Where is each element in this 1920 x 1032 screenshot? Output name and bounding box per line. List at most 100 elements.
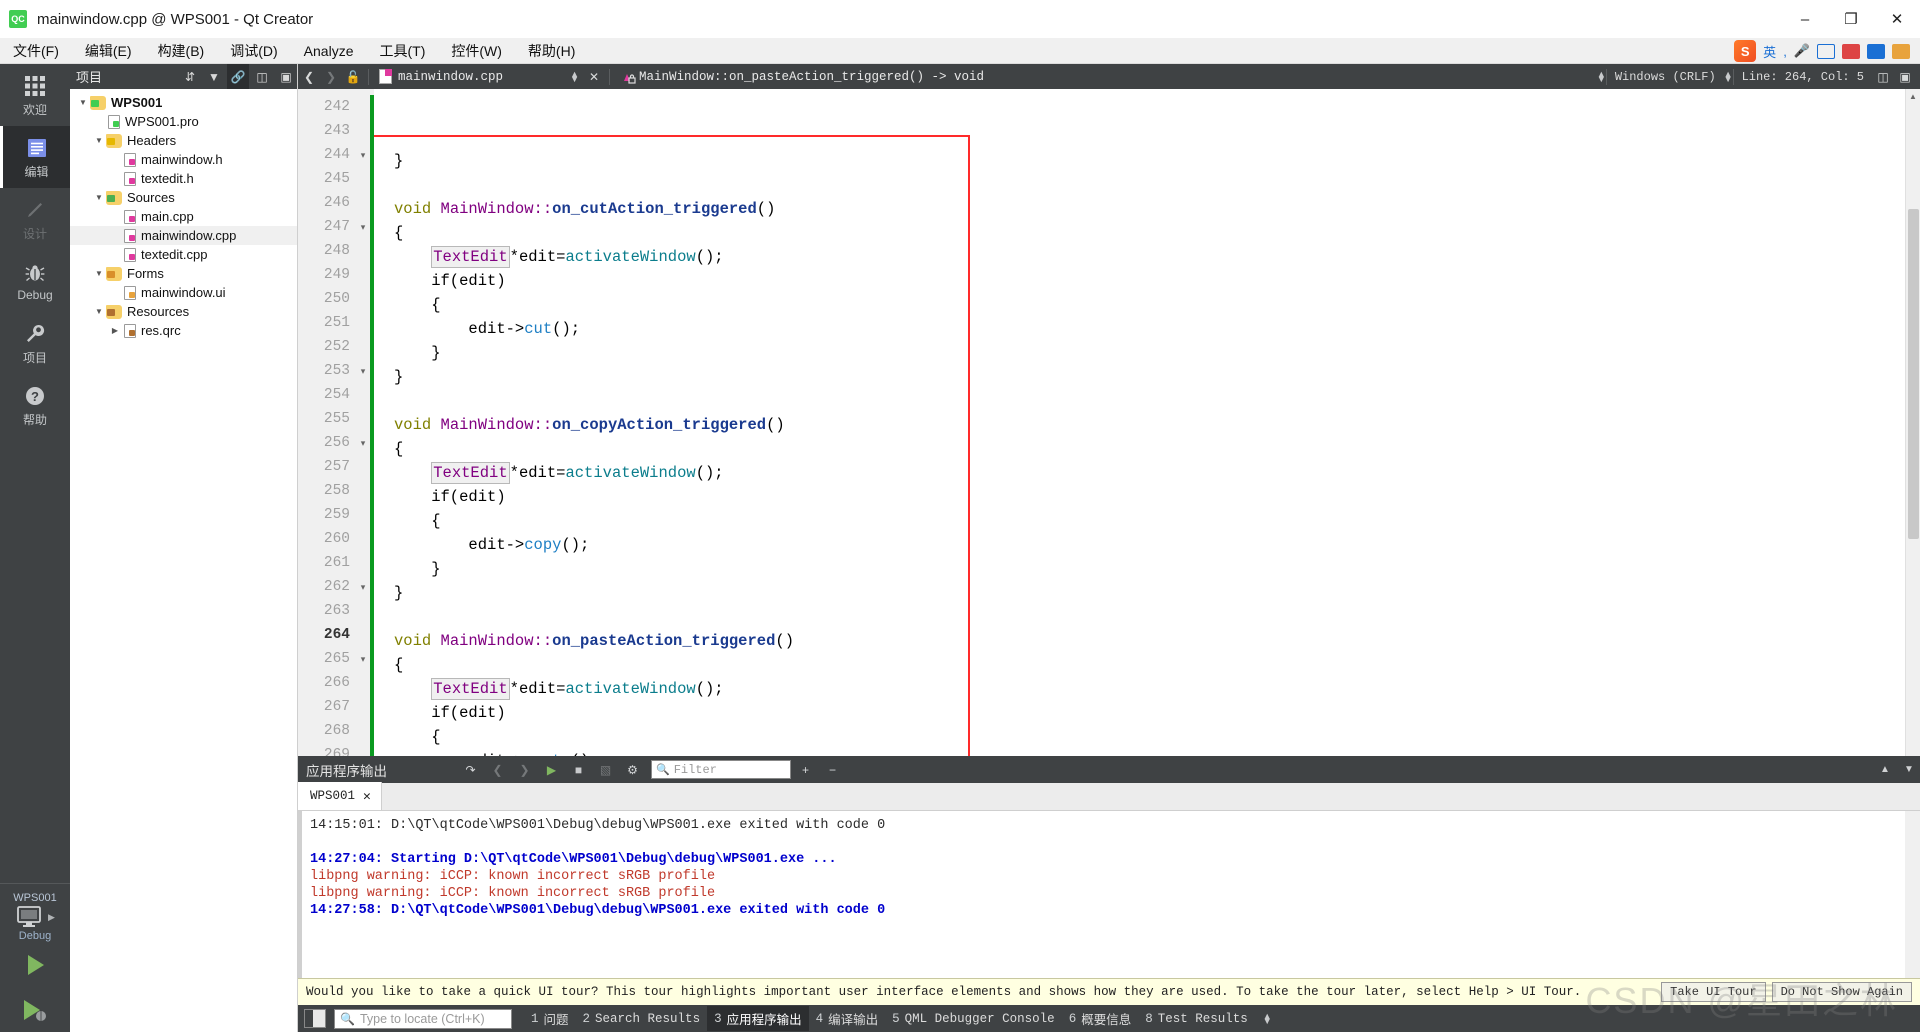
maximize-button[interactable]: ❐ [1828,0,1874,38]
maximize-output-icon[interactable]: ▲ [1874,756,1896,783]
tree-item-res-qrc[interactable]: ▶ res.qrc [70,321,297,340]
run-output-icon[interactable]: ▶ [539,756,564,783]
nav-back-icon[interactable]: ❮ [298,64,320,89]
output-scrollbar[interactable] [1905,811,1920,978]
tree-item-main-cpp[interactable]: main.cpp [70,207,297,226]
tree-item-mainwindow-h[interactable]: mainwindow.h [70,150,297,169]
output-pane-button-qml-debugger-console[interactable]: 5 QML Debugger Console [885,1009,1062,1029]
fold-marker-icon[interactable]: ▾ [356,215,370,239]
output-settings-gear-icon[interactable]: ⚙ [620,756,645,783]
hide-output-icon[interactable]: ▼ [1898,756,1920,783]
output-pane-button--[interactable]: 6 概要信息 [1062,1006,1139,1031]
split-icon[interactable]: ◫ [251,64,273,89]
tree-twisty-icon[interactable]: ▼ [92,193,106,202]
output-pane-button--[interactable]: 1 问题 [524,1006,576,1031]
project-tree[interactable]: ▼ WPS001 WPS001.pro ▼ Headers mainwindow.h tex… [70,89,297,1032]
output-pane-button-search-results[interactable]: 2 Search Results [576,1009,708,1029]
sync-with-editor-icon[interactable]: 🔗 [227,64,249,89]
sort-icon[interactable]: ⇵ [179,64,201,89]
sogou-ime-logo-icon[interactable]: S [1734,40,1757,62]
mode-edit[interactable]: 编辑 [0,126,70,188]
ime-menu-icon[interactable] [1892,43,1910,59]
fold-column[interactable]: ▾ ▾ ▾ ▾ ▾ ▾ [356,89,370,756]
fold-marker-icon[interactable]: ▾ [356,647,370,671]
ime-toolbox-icon[interactable] [1867,43,1885,59]
scrollbar-thumb[interactable] [1908,209,1919,539]
line-ending-arrows-icon[interactable]: ▲ ▼ [1597,69,1606,83]
prev-item-icon[interactable]: ❮ [485,756,510,783]
toggle-sidebar-button[interactable] [304,1009,326,1028]
tree-item-textedit-h[interactable]: textedit.h [70,169,297,188]
output-tab-wps001[interactable]: WPS001 ✕ [298,782,382,810]
nav-forward-icon[interactable]: ❯ [320,64,342,89]
output-filter-input[interactable]: 🔍 Filter [651,760,791,779]
tree-item-wps001[interactable]: ▼ WPS001 [70,93,297,112]
zoom-out-output-icon[interactable]: − [820,756,845,783]
run-button[interactable] [0,943,70,987]
do-not-show-again-button[interactable]: Do Not Show Again [1771,982,1912,1002]
fold-marker-icon[interactable]: ▾ [356,431,370,455]
output-pane-button-test-results[interactable]: 8 Test Results [1138,1009,1255,1029]
clear-output-icon[interactable]: ▧ [593,756,618,783]
ime-keyboard-icon[interactable] [1817,43,1835,59]
ime-microphone-icon[interactable]: 🎤 [1794,43,1810,59]
ime-language-toggle[interactable]: 英 [1763,42,1776,61]
tree-twisty-icon[interactable]: ▼ [92,136,106,145]
stop-output-icon[interactable]: ■ [566,756,591,783]
unlock-icon[interactable]: 🔓 [342,64,364,89]
tree-item-forms[interactable]: ▼ Forms [70,264,297,283]
ime-punctuation-icon[interactable]: , [1783,44,1787,59]
tree-twisty-icon[interactable]: ▶ [108,326,122,335]
kit-selector[interactable]: WPS001 ▶ Debug [0,883,70,1032]
next-item-icon[interactable]: ❯ [512,756,537,783]
tree-item-mainwindow-ui[interactable]: mainwindow.ui [70,283,297,302]
menu-analyze[interactable]: Analyze [291,38,367,64]
output-pane-more-icon[interactable]: ▲ ▼ [1255,1011,1280,1025]
menu-edit[interactable]: 编辑(E) [72,38,145,64]
scroll-up-icon[interactable]: ▲ [1906,89,1920,104]
menu-build[interactable]: 构建(B) [145,38,218,64]
tree-item-headers[interactable]: ▼ Headers [70,131,297,150]
mode-debug[interactable]: Debug [0,250,70,312]
tree-item-wps001-pro[interactable]: WPS001.pro [70,112,297,131]
fold-marker-icon[interactable]: ▾ [356,143,370,167]
minimize-button[interactable]: – [1782,0,1828,38]
close-button[interactable]: ✕ [1874,0,1920,38]
menu-file[interactable]: 文件(F) [0,38,72,64]
tree-item-sources[interactable]: ▼ Sources [70,188,297,207]
encoding-arrows-icon[interactable]: ▲ ▼ [1724,69,1733,83]
close-split-icon[interactable]: ▣ [1894,64,1916,89]
output-pane-button--[interactable]: 3 应用程序输出 [707,1006,809,1031]
filter-icon[interactable]: ▼ [203,64,225,89]
ime-skin-icon[interactable] [1842,43,1860,59]
tree-item-resources[interactable]: ▼ Resources [70,302,297,321]
code-text[interactable]: } void MainWindow::on_cutAction_triggere… [374,89,1905,756]
code-editor[interactable]: 242 243 244 245 246 247 248 249 250 251 252 253 254 2… [298,89,1920,756]
editor-scrollbar[interactable]: ▲ [1905,89,1920,756]
word-wrap-icon[interactable]: ↷ [458,756,483,783]
close-pane-icon[interactable]: ▣ [275,64,297,89]
menu-help[interactable]: 帮助(H) [515,38,588,64]
mode-help[interactable]: ? 帮助 [0,374,70,436]
split-editor-icon[interactable]: ◫ [1872,64,1894,89]
menu-debug[interactable]: 调试(D) [217,38,290,64]
close-document-icon[interactable]: ✕ [583,64,605,89]
line-ending-selector[interactable]: Windows (CRLF) [1607,70,1724,84]
tree-item-mainwindow-cpp[interactable]: mainwindow.cpp [70,226,297,245]
tree-twisty-icon[interactable]: ▼ [76,98,90,107]
output-pane-button--[interactable]: 4 编译输出 [809,1006,886,1031]
mode-welcome[interactable]: 欢迎 [0,64,70,126]
menu-window[interactable]: 控件(W) [438,38,515,64]
mode-design[interactable]: 设计 [0,188,70,250]
tree-twisty-icon[interactable]: ▼ [92,269,106,278]
open-file-combo[interactable]: mainwindow.cpp ▲ ▼ [373,64,583,89]
menu-tools[interactable]: 工具(T) [366,38,438,64]
file-combo-arrows-icon[interactable]: ▲ ▼ [570,69,579,83]
start-debugging-button[interactable] [0,988,70,1032]
mode-projects[interactable]: 项目 [0,312,70,374]
symbol-combo[interactable]: MainWindow::on_pasteAction_triggered() -… [614,64,1597,89]
tree-item-textedit-cpp[interactable]: textedit.cpp [70,245,297,264]
output-log[interactable]: 14:15:01: D:\QT\qtCode\WPS001\Debug\debu… [298,811,1920,978]
close-icon[interactable]: ✕ [363,789,371,804]
fold-marker-icon[interactable]: ▾ [356,359,370,383]
